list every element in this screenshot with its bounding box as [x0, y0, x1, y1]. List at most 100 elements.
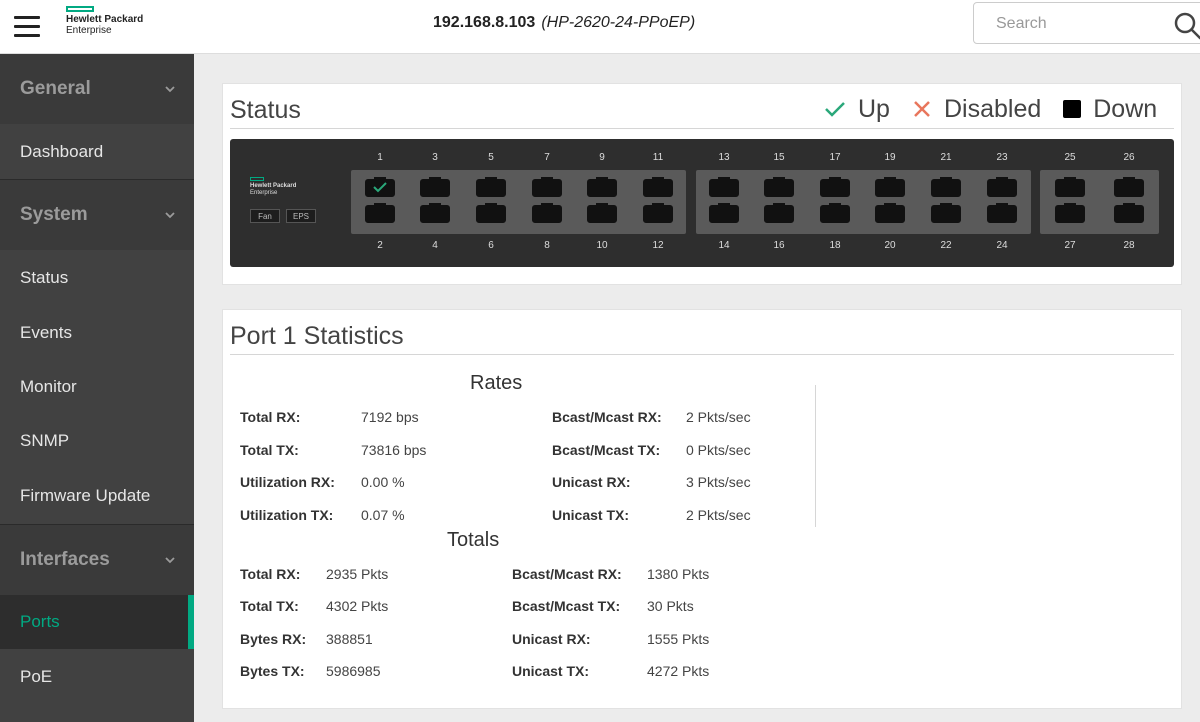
sidebar-group-interfaces[interactable]: Interfaces	[0, 525, 194, 595]
switch-port-2[interactable]	[365, 203, 395, 223]
switch-port-22[interactable]	[931, 203, 961, 223]
legend-down: Down	[1063, 95, 1157, 124]
rate-value: 73816 bps	[361, 442, 427, 458]
rates-heading: Rates	[470, 372, 523, 394]
port-number-label: 17	[829, 152, 841, 163]
port-number-label: 28	[1123, 240, 1135, 251]
search-input[interactable]	[996, 13, 1156, 35]
sidebar-item-firmware-update[interactable]: Firmware Update	[0, 468, 194, 523]
switch-port-4[interactable]	[420, 203, 450, 223]
sidebar-item-monitor[interactable]: Monitor	[0, 359, 194, 414]
rate-value: 2 Pkts/sec	[686, 409, 751, 425]
sidebar-item-snmp[interactable]: SNMP	[0, 413, 194, 468]
switch-port-5[interactable]	[476, 177, 506, 197]
port-number-label: 3	[432, 152, 438, 163]
switch-port-23[interactable]	[987, 177, 1017, 197]
sidebar-group-general[interactable]: General	[0, 54, 194, 124]
switch-logo: Hewlett Packard Enterprise	[250, 177, 296, 197]
port-number-label: 20	[884, 240, 896, 251]
port-number-label: 4	[432, 240, 438, 251]
switch-port-26[interactable]	[1114, 177, 1144, 197]
switch-port-12[interactable]	[643, 203, 673, 223]
switch-port-3[interactable]	[420, 177, 450, 197]
rate-value: 0.07 %	[361, 507, 405, 523]
switch-port-11[interactable]	[643, 177, 673, 197]
totals-heading: Totals	[447, 529, 500, 551]
sidebar-item-poe[interactable]: PoE	[0, 649, 194, 704]
port-number-label: 1	[377, 152, 383, 163]
legend-up: Up	[824, 95, 890, 124]
switch-port-27[interactable]	[1055, 203, 1085, 223]
switch-port-20[interactable]	[875, 203, 905, 223]
port-number-label: 18	[829, 240, 841, 251]
device-model: (HP-2620-24-PPoEP)	[541, 14, 696, 31]
stats-divider	[815, 385, 816, 527]
rate-label: Unicast TX:	[552, 507, 630, 523]
port-number-label: 24	[996, 240, 1008, 251]
total-label: Bcast/Mcast RX:	[512, 566, 622, 582]
switch-port-9[interactable]	[587, 177, 617, 197]
switch-port-19[interactable]	[875, 177, 905, 197]
total-value: 5986985	[326, 663, 381, 679]
port-number-label: 2	[377, 240, 383, 251]
switch-port-21[interactable]	[931, 177, 961, 197]
switch-port-25[interactable]	[1055, 177, 1085, 197]
switch-port-14[interactable]	[709, 203, 739, 223]
rate-label: Bcast/Mcast RX:	[552, 409, 662, 425]
rate-label: Total TX:	[240, 442, 299, 458]
fan-indicator: Fan	[250, 209, 280, 223]
switch-port-6[interactable]	[476, 203, 506, 223]
switch-port-28[interactable]	[1114, 203, 1144, 223]
switch-port-13[interactable]	[709, 177, 739, 197]
total-label: Total RX:	[240, 566, 301, 582]
hpe-logo: Hewlett Packard Enterprise	[66, 6, 143, 36]
chevron-down-icon	[165, 86, 175, 93]
switch-port-18[interactable]	[820, 203, 850, 223]
switch-port-16[interactable]	[764, 203, 794, 223]
total-value: 388851	[326, 631, 373, 647]
top-bar: Hewlett Packard Enterprise 192.168.8.103 (…	[0, 0, 1200, 54]
device-ip: 192.168.8.103	[433, 14, 536, 31]
rate-label: Bcast/Mcast TX:	[552, 442, 661, 458]
eps-indicator: EPS	[286, 209, 316, 223]
port-number-label: 10	[596, 240, 608, 251]
port-number-label: 9	[599, 152, 605, 163]
total-label: Unicast RX:	[512, 631, 591, 647]
search-box[interactable]	[973, 2, 1200, 44]
switch-port-1[interactable]	[365, 177, 395, 197]
port-number-label: 7	[544, 152, 550, 163]
sidebar-item-ports[interactable]: Ports	[0, 595, 194, 649]
switch-port-15[interactable]	[764, 177, 794, 197]
status-legend: Up Disabled Down	[802, 94, 1157, 124]
chevron-down-icon	[165, 557, 175, 564]
square-icon	[1063, 100, 1082, 118]
port-number-label: 23	[996, 152, 1008, 163]
rate-value: 0 Pkts/sec	[686, 442, 751, 458]
port-number-label: 12	[652, 240, 664, 251]
stats-title: Port 1 Statistics	[230, 322, 404, 350]
rate-label: Utilization TX:	[240, 507, 334, 523]
sidebar-item-status[interactable]: Status	[0, 250, 194, 305]
check-icon	[825, 102, 845, 117]
sidebar-item-dashboard[interactable]: Dashboard	[0, 124, 194, 179]
switch-port-10[interactable]	[587, 203, 617, 223]
port-number-label: 25	[1064, 152, 1076, 163]
rate-label: Total RX:	[240, 409, 301, 425]
switch-port-7[interactable]	[532, 177, 562, 197]
menu-icon[interactable]	[14, 16, 40, 38]
switch-port-24[interactable]	[987, 203, 1017, 223]
switch-port-17[interactable]	[820, 177, 850, 197]
total-label: Bytes TX:	[240, 663, 305, 679]
status-title: Status	[230, 96, 301, 124]
total-label: Unicast TX:	[512, 663, 590, 679]
sidebar-item-events[interactable]: Events	[0, 305, 194, 360]
total-value: 1555 Pkts	[647, 631, 710, 647]
port-number-label: 13	[718, 152, 730, 163]
legend-disabled: Disabled	[912, 95, 1041, 124]
sidebar-group-system[interactable]: System	[0, 180, 194, 250]
port-number-label: 11	[652, 152, 664, 163]
switch-faceplate: Hewlett Packard Enterprise Fan EPS 13579…	[230, 139, 1174, 267]
search-icon[interactable]	[1174, 12, 1200, 40]
rate-value: 2 Pkts/sec	[686, 507, 751, 523]
switch-port-8[interactable]	[532, 203, 562, 223]
